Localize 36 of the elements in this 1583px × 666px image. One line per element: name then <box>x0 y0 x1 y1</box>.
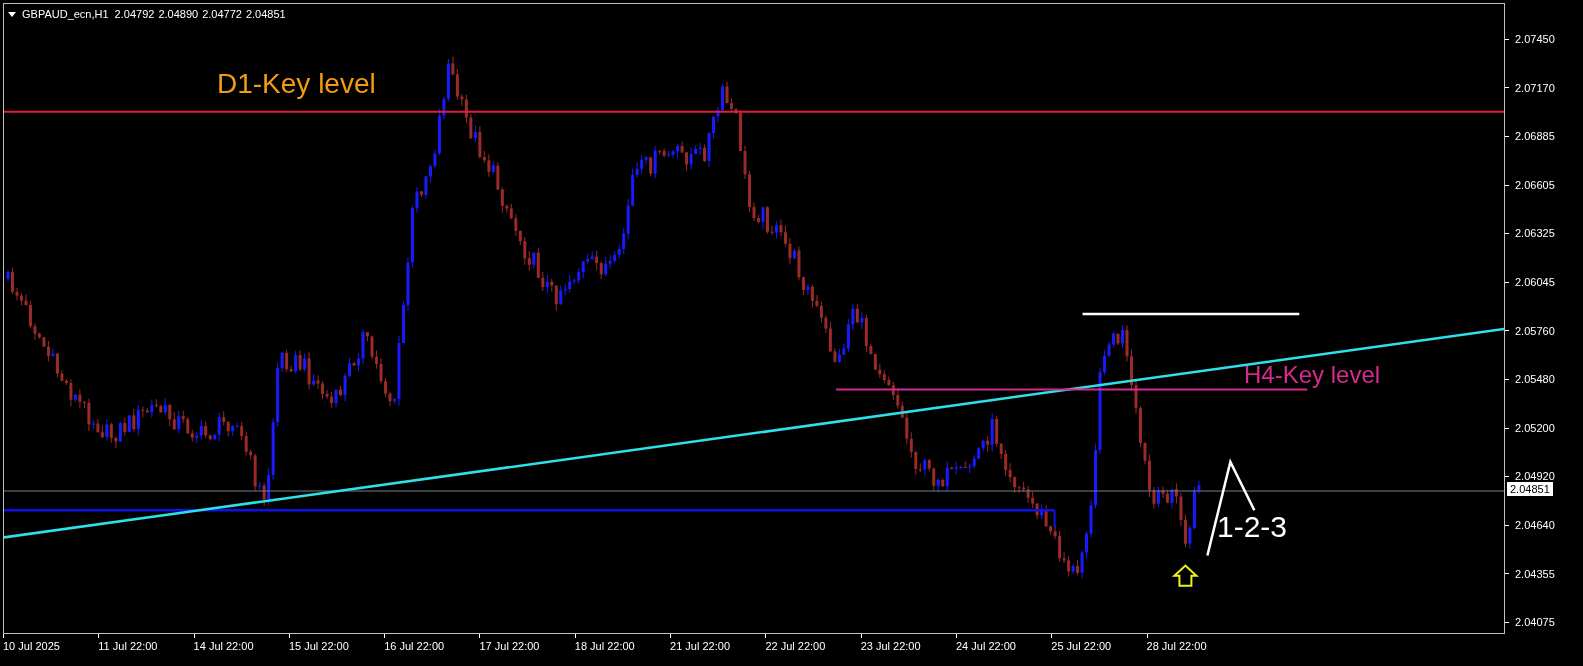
ohlc-value: 2.04890 <box>158 7 199 22</box>
time-tick-label: 16 Jul 22:00 <box>384 639 446 654</box>
price-tick-label: 2.06325 <box>1515 226 1555 242</box>
time-tick-label: 23 Jul 22:00 <box>860 639 922 654</box>
time-tick-label: 10 Jul 2025 <box>3 639 61 654</box>
price-tick-label: 2.04075 <box>1515 615 1555 631</box>
ohlc-value: 2.04792 <box>114 7 155 22</box>
symbol-label: GBPAUD_ecn,H1 <box>22 7 109 22</box>
current-price-label: 2.04851 <box>1507 482 1553 496</box>
dropdown-triangle-icon[interactable] <box>8 11 16 17</box>
price-tick-label: 2.04640 <box>1515 518 1555 533</box>
price-tick-label: 2.04920 <box>1515 469 1555 485</box>
annotation-label: H4-Key level <box>1244 363 1381 387</box>
price-tick-label: 2.05480 <box>1515 372 1555 388</box>
price-tick-label: 2.06885 <box>1515 129 1555 145</box>
price-tick-label: 2.06605 <box>1515 177 1555 193</box>
ohlc-value: 2.04851 <box>245 7 286 22</box>
time-tick-label: 24 Jul 22:00 <box>955 639 1017 654</box>
price-tick-label: 2.04355 <box>1515 566 1555 582</box>
price-tick-label: 2.06045 <box>1515 275 1555 290</box>
time-tick-label: 28 Jul 22:00 <box>1146 639 1208 654</box>
price-tick-label: 2.05760 <box>1515 323 1555 339</box>
annotation-label: D1-Key level <box>217 70 376 98</box>
time-tick-label: 11 Jul 22:00 <box>98 639 159 654</box>
time-tick-label: 17 Jul 22:00 <box>479 639 541 654</box>
time-tick-label: 14 Jul 22:00 <box>193 639 255 654</box>
time-tick-label: 15 Jul 22:00 <box>288 639 350 654</box>
price-tick-label: 2.07450 <box>1515 32 1555 47</box>
annotation-label: 1-2-3 <box>1217 512 1288 542</box>
price-tick-label: 2.05200 <box>1515 420 1555 436</box>
time-tick-label: 18 Jul 22:00 <box>574 639 636 654</box>
time-tick-label: 22 Jul 22:00 <box>765 639 827 654</box>
time-tick-label: 21 Jul 22:00 <box>670 639 731 654</box>
price-tick-label: 2.07170 <box>1515 80 1555 96</box>
time-tick-label: 25 Jul 22:00 <box>1051 639 1113 654</box>
ohlc-value: 2.04772 <box>202 7 242 22</box>
